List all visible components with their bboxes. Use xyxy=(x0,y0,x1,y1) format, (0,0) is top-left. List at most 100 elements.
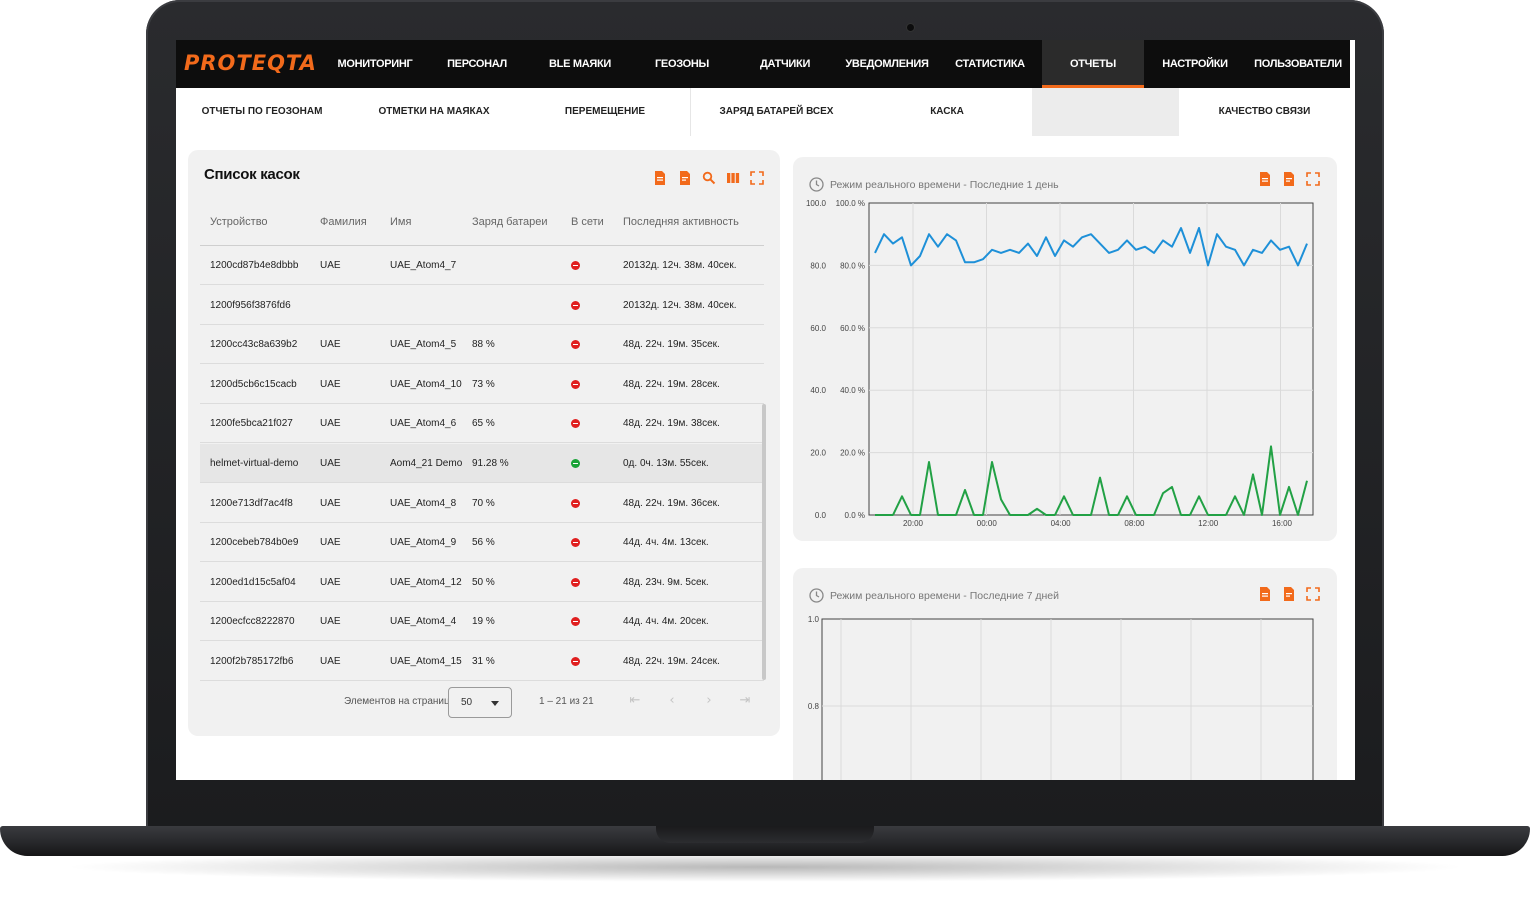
column-header-last-name[interactable]: Фамилия xyxy=(320,216,367,228)
pdf-export-icon[interactable] xyxy=(678,171,692,185)
tab-helmet[interactable]: КАСКА xyxy=(862,88,1032,136)
nav-item-reports[interactable]: ОТЧЕТЫ xyxy=(1042,40,1144,88)
table-row[interactable]: helmet-virtual-demo UAE Aom4_21 Demo 91.28 … xyxy=(200,444,764,483)
x-tick-label: 20:00 xyxy=(903,519,924,528)
cell-device: 1200ecfcc8222870 xyxy=(210,616,295,628)
column-header-first-name[interactable]: Имя xyxy=(390,216,411,228)
cell-last-activity: 48д. 22ч. 19м. 28сек. xyxy=(623,378,720,390)
table-scrollbar[interactable] xyxy=(762,404,766,680)
y-tick-label-right: 20.0 % xyxy=(840,449,865,458)
table-row[interactable]: 1200ecfcc8222870 UAE UAE_Atom4_4 19 % 44д. 4… xyxy=(200,602,764,642)
chevron-down-icon xyxy=(491,701,499,706)
app-screen: PROTEQTA МОНИТОРИНГ ПЕРСОНАЛ BLE МАЯКИ Г… xyxy=(176,40,1355,780)
tab-beacon-marks[interactable]: ОТМЕТКИ НА МАЯКАХ xyxy=(348,88,520,136)
cell-battery: 50 % xyxy=(472,576,495,588)
table-row[interactable]: 1200d5cb6c15cacb UAE UAE_Atom4_10 73 % 48д. … xyxy=(200,365,764,404)
nav-item-users[interactable]: ПОЛЬЗОВАТЕЛИ xyxy=(1250,40,1346,88)
y-tick-label-right: 0.0 % xyxy=(845,511,865,520)
offline-status-icon xyxy=(571,300,580,310)
battery-line-chart[interactable]: 0.0 0.0 % 20.0 20.0 % 40.0 40.0 % 60.0 60.0 % 80… xyxy=(793,157,1337,541)
cell-last-activity: 48д. 22ч. 19м. 36сек. xyxy=(623,497,720,509)
cell-first-name: UAE_Atom4_9 xyxy=(390,537,457,549)
cell-last-name: UAE xyxy=(320,260,341,271)
tab-geozone-reports[interactable]: ОТЧЕТЫ ПО ГЕОЗОНАМ xyxy=(176,88,348,136)
column-header-last-activity[interactable]: Последняя активность xyxy=(623,216,739,228)
x-tick-label: 04:00 xyxy=(1051,519,1072,528)
cell-last-activity: 44д. 4ч. 4м. 20сек. xyxy=(623,616,709,628)
cell-last-name: UAE xyxy=(320,576,341,588)
realtime-1day-card: Режим реального времени - Последние 1 де… xyxy=(793,157,1337,541)
table-row[interactable]: 1200cd87b4e8dbbb UAE UAE_Atom4_7 20132д. 12… xyxy=(200,246,764,285)
cell-last-name: UAE xyxy=(320,537,341,549)
page-size-select[interactable]: 50 xyxy=(448,687,512,718)
weekly-line-chart[interactable]: 0.40.60.81.0 xyxy=(793,568,1337,780)
previous-page-icon[interactable]: ‹ xyxy=(665,694,679,708)
next-page-icon[interactable]: › xyxy=(702,694,716,708)
columns-icon[interactable] xyxy=(726,171,740,185)
laptop-notch xyxy=(656,826,874,843)
cell-last-activity: 20132д. 12ч. 38м. 40сек. xyxy=(623,260,737,271)
table-row[interactable]: 1200cc43c8a639b2 UAE UAE_Atom4_5 88 % 48д. 2… xyxy=(200,325,764,365)
table-row[interactable]: 1200f956f3876fd6 20132д. 12ч. 38м. 40сек. xyxy=(200,286,764,325)
nav-item-geozones[interactable]: ГЕОЗОНЫ xyxy=(638,40,726,88)
cell-first-name: UAE_Atom4_15 xyxy=(390,656,462,667)
cell-device: 1200fe5bca21f027 xyxy=(210,418,293,430)
cell-last-activity: 20132д. 12ч. 38м. 40сек. xyxy=(623,299,737,311)
nav-item-statistics[interactable]: СТАТИСТИКА xyxy=(946,40,1034,88)
offline-status-icon xyxy=(571,419,580,429)
cell-device: 1200cc43c8a639b2 xyxy=(210,339,298,351)
cell-device: 1200e713df7ac4f8 xyxy=(210,497,293,509)
tab-battery-all[interactable]: ЗАРЯД БАТАРЕЙ ВСЕХ xyxy=(690,88,862,136)
cell-first-name: UAE_Atom4_6 xyxy=(390,418,457,430)
table-row[interactable]: 1200fe5bca21f027 UAE UAE_Atom4_6 65 % 48д. 2… xyxy=(200,404,764,444)
x-tick-label: 08:00 xyxy=(1124,519,1145,528)
cell-last-name: UAE xyxy=(320,378,341,390)
search-icon[interactable] xyxy=(702,171,716,185)
table-row[interactable]: 1200e713df7ac4f8 UAE UAE_Atom4_8 70 % 48д. 2… xyxy=(200,484,764,523)
cell-last-name: UAE xyxy=(320,458,341,469)
tab-signal-quality[interactable]: КАЧЕСТВО СВЯЗИ xyxy=(1179,88,1350,136)
column-header-battery[interactable]: Заряд батареи xyxy=(472,216,548,228)
column-header-device[interactable]: Устройство xyxy=(210,216,268,228)
nav-item-personnel[interactable]: ПЕРСОНАЛ xyxy=(433,40,521,88)
nav-item-notifications[interactable]: УВЕДОМЛЕНИЯ xyxy=(843,40,931,88)
table-row[interactable]: 1200cebeb784b0e9 UAE UAE_Atom4_9 56 % 44д. 4… xyxy=(200,523,764,563)
cell-device: 1200cebeb784b0e9 xyxy=(210,537,299,549)
y-tick-label-right: 100.0 % xyxy=(836,199,865,208)
brand-logo[interactable]: PROTEQTA xyxy=(184,51,317,75)
page-size-value: 50 xyxy=(461,697,473,708)
nav-item-settings[interactable]: НАСТРОЙКИ xyxy=(1151,40,1239,88)
table-row[interactable]: 1200f2b785172fb6 UAE UAE_Atom4_15 31 % 48д. … xyxy=(200,642,764,681)
offline-status-icon xyxy=(571,498,580,508)
cell-last-activity: 48д. 22ч. 19м. 24сек. xyxy=(623,656,720,667)
webcam-icon xyxy=(907,24,914,31)
cell-battery: 65 % xyxy=(472,418,495,430)
column-header-online[interactable]: В сети xyxy=(571,216,604,228)
laptop-shadow xyxy=(60,852,1470,882)
cell-battery: 31 % xyxy=(472,656,495,667)
y-tick-label-left: 0.0 xyxy=(815,511,827,520)
y-tick-label-left: 60.0 xyxy=(810,324,826,333)
tab-movement[interactable]: ПЕРЕМЕЩЕНИЕ xyxy=(520,88,690,136)
nav-item-sensors[interactable]: ДАТЧИКИ xyxy=(741,40,829,88)
csv-export-icon[interactable] xyxy=(653,171,667,185)
table-row[interactable]: 1200ed1d15c5af04 UAE UAE_Atom4_12 50 % 48д. … xyxy=(200,563,764,602)
cell-last-name: UAE xyxy=(320,418,341,430)
y-tick-label-right: 40.0 % xyxy=(840,386,865,395)
last-page-icon[interactable]: ⇥ xyxy=(738,694,752,708)
cell-device: 1200cd87b4e8dbbb xyxy=(210,260,299,271)
nav-item-ble-beacons[interactable]: BLE МАЯКИ xyxy=(536,40,624,88)
cell-battery: 91.28 % xyxy=(472,458,509,469)
online-status-icon xyxy=(571,459,580,468)
helmet-list-card: Список касок Устройство Фамилия Имя Заря… xyxy=(188,150,780,736)
page-size-label: Элементов на странице: xyxy=(344,696,458,707)
nav-item-monitoring[interactable]: МОНИТОРИНГ xyxy=(331,40,419,88)
cell-battery: 56 % xyxy=(472,537,495,549)
fullscreen-icon[interactable] xyxy=(750,171,764,185)
cell-battery: 70 % xyxy=(472,497,495,509)
cell-last-name: UAE xyxy=(320,616,341,628)
y-tick-label-right: 80.0 % xyxy=(840,261,865,270)
offline-status-icon xyxy=(571,577,580,587)
first-page-icon[interactable]: ⇤ xyxy=(628,694,642,708)
y-tick-label-left: 20.0 xyxy=(810,449,826,458)
